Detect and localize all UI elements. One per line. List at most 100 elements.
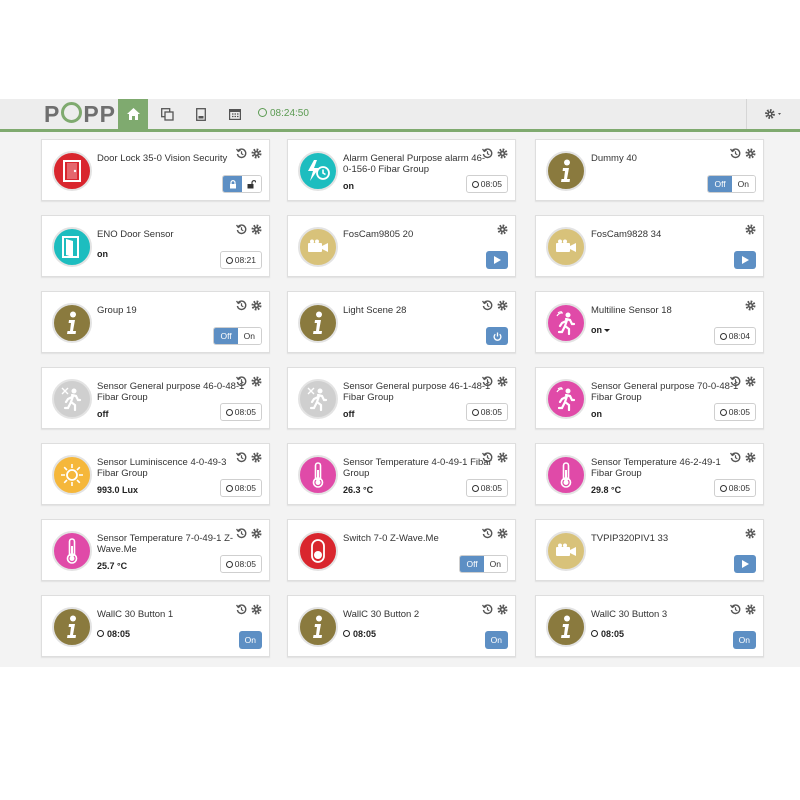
gear-icon[interactable] [497, 526, 508, 539]
app-frame: P PP 08:24:50 Door Lock 35-0 Vision Secur… [0, 99, 800, 667]
on-button[interactable]: On [483, 556, 507, 572]
gear-icon[interactable] [497, 602, 508, 615]
update-time-button[interactable]: 08:04 [713, 327, 756, 345]
off-button[interactable]: Off [708, 176, 732, 192]
history-icon[interactable] [729, 374, 741, 387]
device-card: Alarm General Purpose alarm 46-0-156-0 F… [287, 139, 516, 201]
thermometer-icon [66, 538, 78, 564]
gear-icon[interactable] [745, 374, 756, 387]
on-button[interactable]: On [731, 176, 755, 192]
play-button[interactable] [734, 251, 756, 269]
update-time-button[interactable]: 08:05 [219, 555, 262, 573]
history-icon[interactable] [481, 602, 493, 615]
on-button[interactable]: On [238, 631, 262, 649]
gear-icon[interactable] [497, 222, 508, 235]
history-icon[interactable] [235, 374, 247, 387]
device-title: ENO Door Sensor [97, 229, 174, 240]
update-time-button[interactable]: 08:05 [465, 479, 508, 497]
play-button[interactable] [486, 251, 508, 269]
gear-icon[interactable] [497, 146, 508, 159]
device-icon-badge [546, 303, 586, 343]
settings-menu-button[interactable] [746, 99, 800, 129]
gear-icon[interactable] [497, 298, 508, 311]
motion-off-icon [307, 387, 329, 411]
history-icon[interactable] [235, 602, 247, 615]
gear-icon[interactable] [251, 374, 262, 387]
camera-icon [554, 239, 578, 255]
events-button[interactable] [220, 99, 250, 129]
off-button[interactable]: Off [214, 328, 238, 344]
elements-button[interactable] [152, 99, 182, 129]
door-icon [63, 160, 81, 182]
card-tools [497, 222, 508, 235]
on-button[interactable]: On [732, 631, 756, 649]
gear-icon[interactable] [745, 298, 756, 311]
off-on-toggle: Off On [459, 555, 508, 573]
update-time-button[interactable]: 08:05 [713, 403, 756, 421]
history-icon[interactable] [235, 222, 247, 235]
card-tools [481, 450, 508, 463]
home-button[interactable] [118, 99, 148, 129]
update-time-button[interactable]: 08:05 [219, 479, 262, 497]
update-time-button[interactable]: 08:21 [219, 251, 262, 269]
clock-icon [225, 256, 233, 264]
gear-icon[interactable] [251, 298, 262, 311]
gear-icon[interactable] [745, 222, 756, 235]
gear-icon[interactable] [745, 146, 756, 159]
power-button[interactable] [486, 327, 508, 345]
device-card: Sensor Temperature 46-2-49-1 Fibar Group… [535, 443, 764, 505]
history-icon[interactable] [481, 146, 493, 159]
gear-icon[interactable] [251, 450, 262, 463]
off-button[interactable]: Off [460, 556, 484, 572]
update-time-button[interactable]: 08:05 [219, 403, 262, 421]
history-icon[interactable] [729, 602, 741, 615]
gear-icon[interactable] [497, 450, 508, 463]
gear-icon[interactable] [745, 450, 756, 463]
update-time: 08:04 [728, 331, 750, 341]
gear-icon[interactable] [251, 526, 262, 539]
update-time-button[interactable]: 08:05 [465, 175, 508, 193]
clock-icon [225, 484, 233, 492]
history-icon[interactable] [481, 450, 493, 463]
devices-button[interactable] [186, 99, 216, 129]
play-icon [741, 256, 749, 264]
on-button[interactable]: On [484, 631, 508, 649]
history-icon[interactable] [481, 526, 493, 539]
lock-button[interactable] [223, 176, 242, 192]
gear-icon[interactable] [251, 222, 262, 235]
gear-icon[interactable] [745, 602, 756, 615]
play-button[interactable] [734, 555, 756, 573]
device-icon-badge [52, 227, 92, 267]
update-time: 08:05 [234, 483, 256, 493]
card-tools [235, 146, 262, 159]
history-icon[interactable] [729, 146, 741, 159]
info-icon [560, 159, 572, 183]
update-time-button[interactable]: 08:05 [713, 479, 756, 497]
device-level: on [343, 181, 354, 191]
history-icon[interactable] [481, 374, 493, 387]
history-icon[interactable] [235, 146, 247, 159]
device-card: TVPIP320PIV1 33 [535, 519, 764, 581]
history-icon[interactable] [235, 450, 247, 463]
gear-icon[interactable] [745, 526, 756, 539]
history-icon[interactable] [481, 298, 493, 311]
gear-icon[interactable] [251, 146, 262, 159]
clock-icon [225, 408, 233, 416]
device-card: Light Scene 28 [287, 291, 516, 353]
device-level: on [591, 325, 610, 335]
motion-icon [555, 311, 577, 335]
gear-icon[interactable] [497, 374, 508, 387]
device-icon-badge [546, 455, 586, 495]
history-icon[interactable] [729, 450, 741, 463]
history-icon[interactable] [235, 526, 247, 539]
unlock-button[interactable] [242, 176, 261, 192]
device-title: Alarm General Purpose alarm 46-0-156-0 F… [343, 153, 486, 175]
device-icon-badge [546, 531, 586, 571]
update-time-button[interactable]: 08:05 [465, 403, 508, 421]
thermometer-icon [560, 462, 572, 488]
device-icon-badge [298, 227, 338, 267]
gear-icon[interactable] [251, 602, 262, 615]
on-button[interactable]: On [237, 328, 261, 344]
history-icon[interactable] [235, 298, 247, 311]
chevron-down-icon[interactable] [604, 329, 610, 332]
